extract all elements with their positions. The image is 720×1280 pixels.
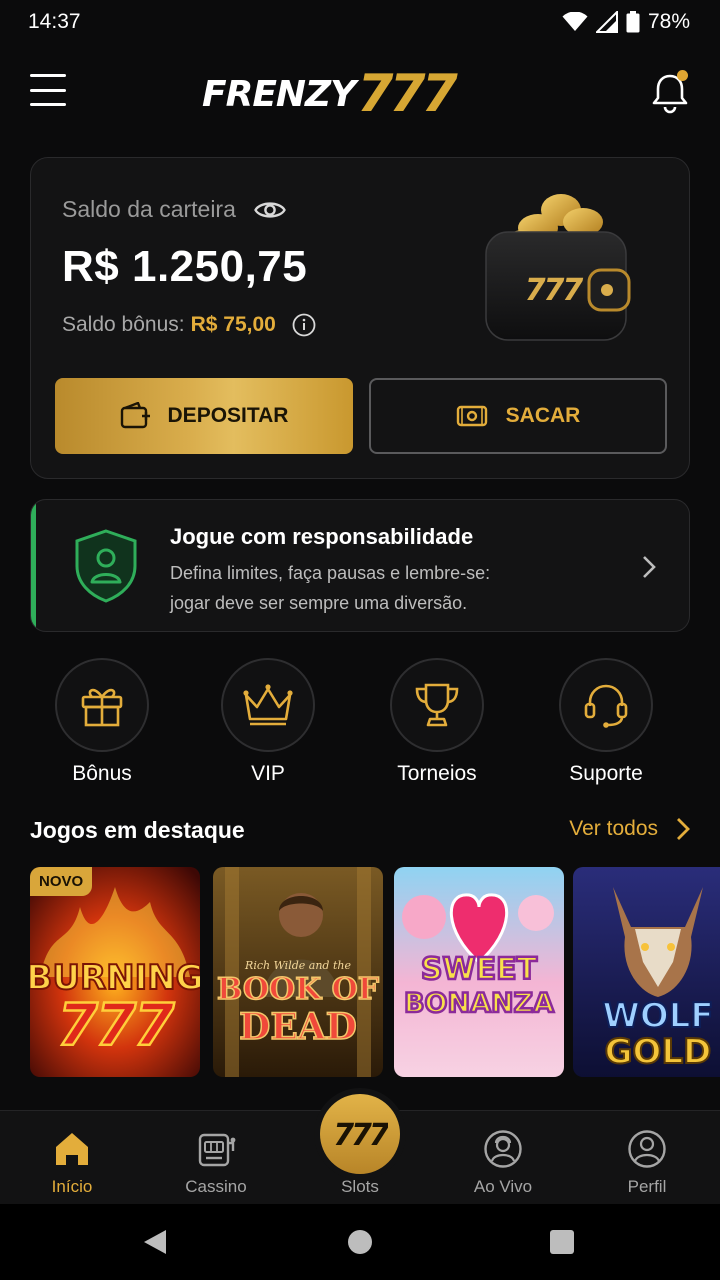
recent-apps-icon[interactable] xyxy=(550,1230,574,1254)
nav-item-casino[interactable]: Cassino xyxy=(156,1129,276,1197)
status-bar: 14:37 78% xyxy=(0,0,720,44)
quick-label-vip: VIP xyxy=(251,762,285,785)
quick-label-bonus: Bônus xyxy=(72,762,132,785)
status-indicators: 78% xyxy=(562,10,690,34)
nav-label-slots[interactable]: Slots xyxy=(300,1177,420,1197)
signal-icon xyxy=(595,11,618,33)
nav-item-home[interactable]: Início xyxy=(12,1129,132,1197)
live-dealer-icon xyxy=(484,1130,522,1168)
bonus-balance-row: Saldo bônus: R$ 75,00 xyxy=(62,313,316,337)
nav-label-home: Início xyxy=(51,1177,93,1196)
quick-label-tournaments: Torneios xyxy=(397,762,477,785)
app-header: FRENZY 777 xyxy=(0,60,720,124)
svg-text:GOLD: GOLD xyxy=(605,1032,712,1072)
nav-label-live: Ao Vivo xyxy=(473,1177,533,1196)
menu-icon xyxy=(30,74,66,77)
home-icon xyxy=(56,1133,88,1165)
slot-machine-icon xyxy=(198,1133,236,1167)
wallet-card: Saldo da carteira R$ 1.250,75 Saldo bônu… xyxy=(30,157,690,479)
headset-icon xyxy=(584,684,628,728)
back-icon[interactable] xyxy=(142,1228,168,1256)
battery-percent: 78% xyxy=(647,10,690,33)
logo-number: 777 xyxy=(357,64,458,124)
info-icon[interactable] xyxy=(292,313,316,337)
featured-games-carousel[interactable]: BURNING 777 NOVO Rich Wilde and the BOOK… xyxy=(30,867,720,1077)
svg-text:WOLF: WOLF xyxy=(602,996,713,1036)
wallet-balance: R$ 1.250,75 xyxy=(62,242,308,291)
svg-text:777: 777 xyxy=(333,1118,388,1152)
system-navigation-bar xyxy=(0,1204,720,1280)
quick-label-support: Suporte xyxy=(569,762,643,785)
cash-withdraw-icon xyxy=(456,405,487,427)
game-card-book-of-dead[interactable]: Rich Wilde and the BOOK OF DEAD xyxy=(213,867,383,1077)
featured-games-title: Jogos em destaque xyxy=(30,817,245,843)
slots-fab-button[interactable]: 777 xyxy=(320,1094,400,1174)
nav-label-casino: Cassino xyxy=(185,1177,247,1196)
game-card-wolf-gold[interactable]: WOLF GOLD xyxy=(573,867,720,1077)
bonus-label: Saldo bônus: xyxy=(62,313,185,336)
chevron-right-icon xyxy=(643,556,656,578)
quick-action-bonus[interactable]: Bônus xyxy=(37,658,167,786)
menu-button[interactable] xyxy=(30,74,66,106)
responsible-title: Jogue com responsabilidade xyxy=(170,524,474,549)
slots-777-icon: 777 xyxy=(333,1118,388,1152)
bonus-value: R$ 75,00 xyxy=(190,313,276,336)
logo-text: FRENZY xyxy=(202,73,356,115)
green-accent-bar xyxy=(31,500,36,631)
quick-action-support[interactable]: Suporte xyxy=(541,658,671,786)
svg-text:777: 777 xyxy=(525,273,584,308)
status-time: 14:37 xyxy=(28,10,81,33)
chevron-right-icon xyxy=(677,818,690,840)
responsible-gaming-card[interactable]: Jogue com responsabilidade Defina limite… xyxy=(30,499,690,632)
see-all-label: Ver todos xyxy=(569,817,658,840)
game-card-burning-777[interactable]: BURNING 777 NOVO xyxy=(30,867,200,1077)
svg-text:DEAD: DEAD xyxy=(239,1006,357,1048)
home-circle-icon[interactable] xyxy=(348,1230,372,1254)
new-badge: NOVO xyxy=(30,867,93,896)
shield-user-icon xyxy=(75,529,137,603)
game-thumbnail: SWEET BONANZA xyxy=(394,867,564,1077)
nav-label-profile: Perfil xyxy=(627,1177,667,1196)
quick-action-vip[interactable]: VIP xyxy=(203,658,333,786)
game-thumbnail: BURNING 777 xyxy=(30,867,200,1077)
svg-text:BONANZA: BONANZA xyxy=(404,988,554,1019)
crown-icon xyxy=(243,684,293,726)
app-logo: FRENZY 777 xyxy=(202,64,522,124)
nav-item-profile[interactable]: Perfil xyxy=(587,1129,707,1197)
wallet-label: Saldo da carteira xyxy=(62,196,236,222)
eye-icon[interactable] xyxy=(254,198,286,222)
notification-dot xyxy=(677,70,688,81)
wallet-illustration: 777 xyxy=(485,194,631,341)
responsible-description: Defina limites, faça pausas e lembre-se:… xyxy=(170,563,491,613)
see-all-link[interactable]: Ver todos xyxy=(569,817,690,841)
deposit-button[interactable]: DEPOSITAR xyxy=(55,378,353,454)
wifi-icon xyxy=(562,12,588,31)
profile-icon xyxy=(628,1130,666,1168)
quick-action-tournaments[interactable]: Torneios xyxy=(372,658,502,786)
wallet-deposit-icon xyxy=(120,402,150,429)
trophy-icon xyxy=(415,683,459,727)
deposit-label: DEPOSITAR xyxy=(167,404,289,427)
game-card-sweet-bonanza[interactable]: SWEET BONANZA xyxy=(394,867,564,1077)
battery-icon xyxy=(626,11,640,33)
game-thumbnail: Rich Wilde and the BOOK OF DEAD xyxy=(213,867,383,1077)
withdraw-label: SACAR xyxy=(505,404,581,427)
withdraw-button[interactable]: SACAR xyxy=(369,378,667,454)
svg-text:BOOK OF: BOOK OF xyxy=(217,972,379,1007)
game-thumbnail: WOLF GOLD xyxy=(573,867,720,1077)
svg-text:SWEET: SWEET xyxy=(421,952,538,987)
svg-text:Rich Wilde and the: Rich Wilde and the xyxy=(244,959,351,972)
nav-item-live[interactable]: Ao Vivo xyxy=(443,1129,563,1197)
notifications-button[interactable] xyxy=(650,70,690,114)
gift-icon xyxy=(81,688,123,727)
svg-text:777: 777 xyxy=(57,991,175,1059)
